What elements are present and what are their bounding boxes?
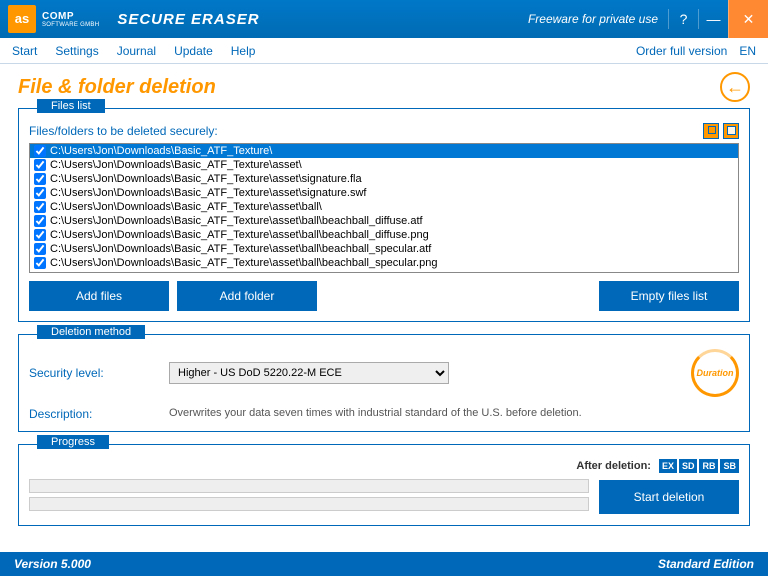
add-files-button[interactable]: Add files: [29, 281, 169, 311]
start-deletion-button[interactable]: Start deletion: [599, 480, 739, 514]
file-checkbox[interactable]: [34, 215, 46, 227]
language-toggle[interactable]: EN: [739, 44, 756, 58]
file-checkbox[interactable]: [34, 159, 46, 171]
edition-label: Standard Edition: [658, 557, 754, 571]
progress-legend: Progress: [37, 435, 109, 449]
save-list-icon[interactable]: [723, 123, 739, 139]
file-row[interactable]: C:\Users\Jon\Downloads\Basic_ATF_Texture…: [30, 256, 738, 270]
menubar: Start Settings Journal Update Help Order…: [0, 38, 768, 64]
minimize-button[interactable]: —: [698, 9, 728, 29]
file-list[interactable]: C:\Users\Jon\Downloads\Basic_ATF_Texture…: [29, 143, 739, 273]
logo-icon: as: [8, 5, 36, 33]
import-list-icon[interactable]: [703, 123, 719, 139]
menu-help[interactable]: Help: [231, 44, 256, 58]
order-full-version-link[interactable]: Order full version: [636, 44, 727, 58]
file-row[interactable]: C:\Users\Jon\Downloads\Basic_ATF_Texture…: [30, 186, 738, 200]
help-button[interactable]: ?: [668, 9, 698, 29]
brand-name: COMP: [42, 11, 99, 22]
file-path: C:\Users\Jon\Downloads\Basic_ATF_Texture…: [50, 145, 272, 157]
description-label: Description:: [29, 407, 169, 421]
progress-group: Progress After deletion: EX SD RB SB Sta…: [18, 444, 750, 526]
progress-bar-1: [29, 479, 589, 493]
file-checkbox[interactable]: [34, 257, 46, 269]
progress-bar-2: [29, 497, 589, 511]
file-row[interactable]: C:\Users\Jon\Downloads\Basic_ATF_Texture…: [30, 144, 738, 158]
file-row[interactable]: C:\Users\Jon\Downloads\Basic_ATF_Texture…: [30, 228, 738, 242]
after-badge-ex[interactable]: EX: [659, 459, 677, 473]
menu-update[interactable]: Update: [174, 44, 213, 58]
file-path: C:\Users\Jon\Downloads\Basic_ATF_Texture…: [50, 201, 322, 213]
freeware-label: Freeware for private use: [528, 12, 658, 26]
file-checkbox[interactable]: [34, 243, 46, 255]
file-checkbox[interactable]: [34, 145, 46, 157]
deletion-method-legend: Deletion method: [37, 325, 145, 339]
file-row[interactable]: C:\Users\Jon\Downloads\Basic_ATF_Texture…: [30, 158, 738, 172]
deletion-method-group: Deletion method Security level: Higher -…: [18, 334, 750, 432]
file-checkbox[interactable]: [34, 229, 46, 241]
app-title: SECURE ERASER: [117, 11, 259, 28]
file-path: C:\Users\Jon\Downloads\Basic_ATF_Texture…: [50, 187, 366, 199]
file-path: C:\Users\Jon\Downloads\Basic_ATF_Texture…: [50, 215, 423, 227]
add-folder-button[interactable]: Add folder: [177, 281, 317, 311]
file-row[interactable]: C:\Users\Jon\Downloads\Basic_ATF_Texture…: [30, 172, 738, 186]
security-level-select[interactable]: Higher - US DoD 5220.22-M ECE: [169, 362, 449, 384]
menu-journal[interactable]: Journal: [117, 44, 156, 58]
files-label: Files/folders to be deleted securely:: [29, 124, 218, 138]
file-path: C:\Users\Jon\Downloads\Basic_ATF_Texture…: [50, 257, 437, 269]
after-badge-sb[interactable]: SB: [720, 459, 739, 473]
files-list-legend: Files list: [37, 99, 105, 113]
file-path: C:\Users\Jon\Downloads\Basic_ATF_Texture…: [50, 229, 429, 241]
file-checkbox[interactable]: [34, 201, 46, 213]
back-button[interactable]: ←: [720, 72, 750, 102]
description-text: Overwrites your data seven times with in…: [169, 407, 582, 419]
file-path: C:\Users\Jon\Downloads\Basic_ATF_Texture…: [50, 159, 302, 171]
page-title: File & folder deletion: [18, 76, 216, 99]
file-row[interactable]: C:\Users\Jon\Downloads\Basic_ATF_Texture…: [30, 242, 738, 256]
files-list-group: Files list Files/folders to be deleted s…: [18, 108, 750, 322]
duration-indicator: Duration: [691, 349, 739, 397]
security-level-label: Security level:: [29, 366, 169, 380]
file-checkbox[interactable]: [34, 187, 46, 199]
version-label: Version 5.000: [14, 557, 91, 571]
brand-sub: SOFTWARE GMBH: [42, 22, 99, 28]
file-path: C:\Users\Jon\Downloads\Basic_ATF_Texture…: [50, 243, 431, 255]
empty-files-list-button[interactable]: Empty files list: [599, 281, 739, 311]
file-row[interactable]: C:\Users\Jon\Downloads\Basic_ATF_Texture…: [30, 214, 738, 228]
menu-settings[interactable]: Settings: [55, 44, 98, 58]
after-badge-rb[interactable]: RB: [699, 459, 718, 473]
close-button[interactable]: ✕: [728, 0, 768, 38]
menu-start[interactable]: Start: [12, 44, 37, 58]
file-checkbox[interactable]: [34, 173, 46, 185]
file-row[interactable]: C:\Users\Jon\Downloads\Basic_ATF_Texture…: [30, 200, 738, 214]
statusbar: Version 5.000 Standard Edition: [0, 552, 768, 576]
arrow-left-icon: ←: [726, 77, 744, 98]
app-logo: as COMP SOFTWARE GMBH: [0, 5, 107, 33]
titlebar: as COMP SOFTWARE GMBH SECURE ERASER Free…: [0, 0, 768, 38]
after-badge-sd[interactable]: SD: [679, 459, 698, 473]
file-path: C:\Users\Jon\Downloads\Basic_ATF_Texture…: [50, 173, 362, 185]
after-deletion-label: After deletion:: [576, 460, 651, 472]
